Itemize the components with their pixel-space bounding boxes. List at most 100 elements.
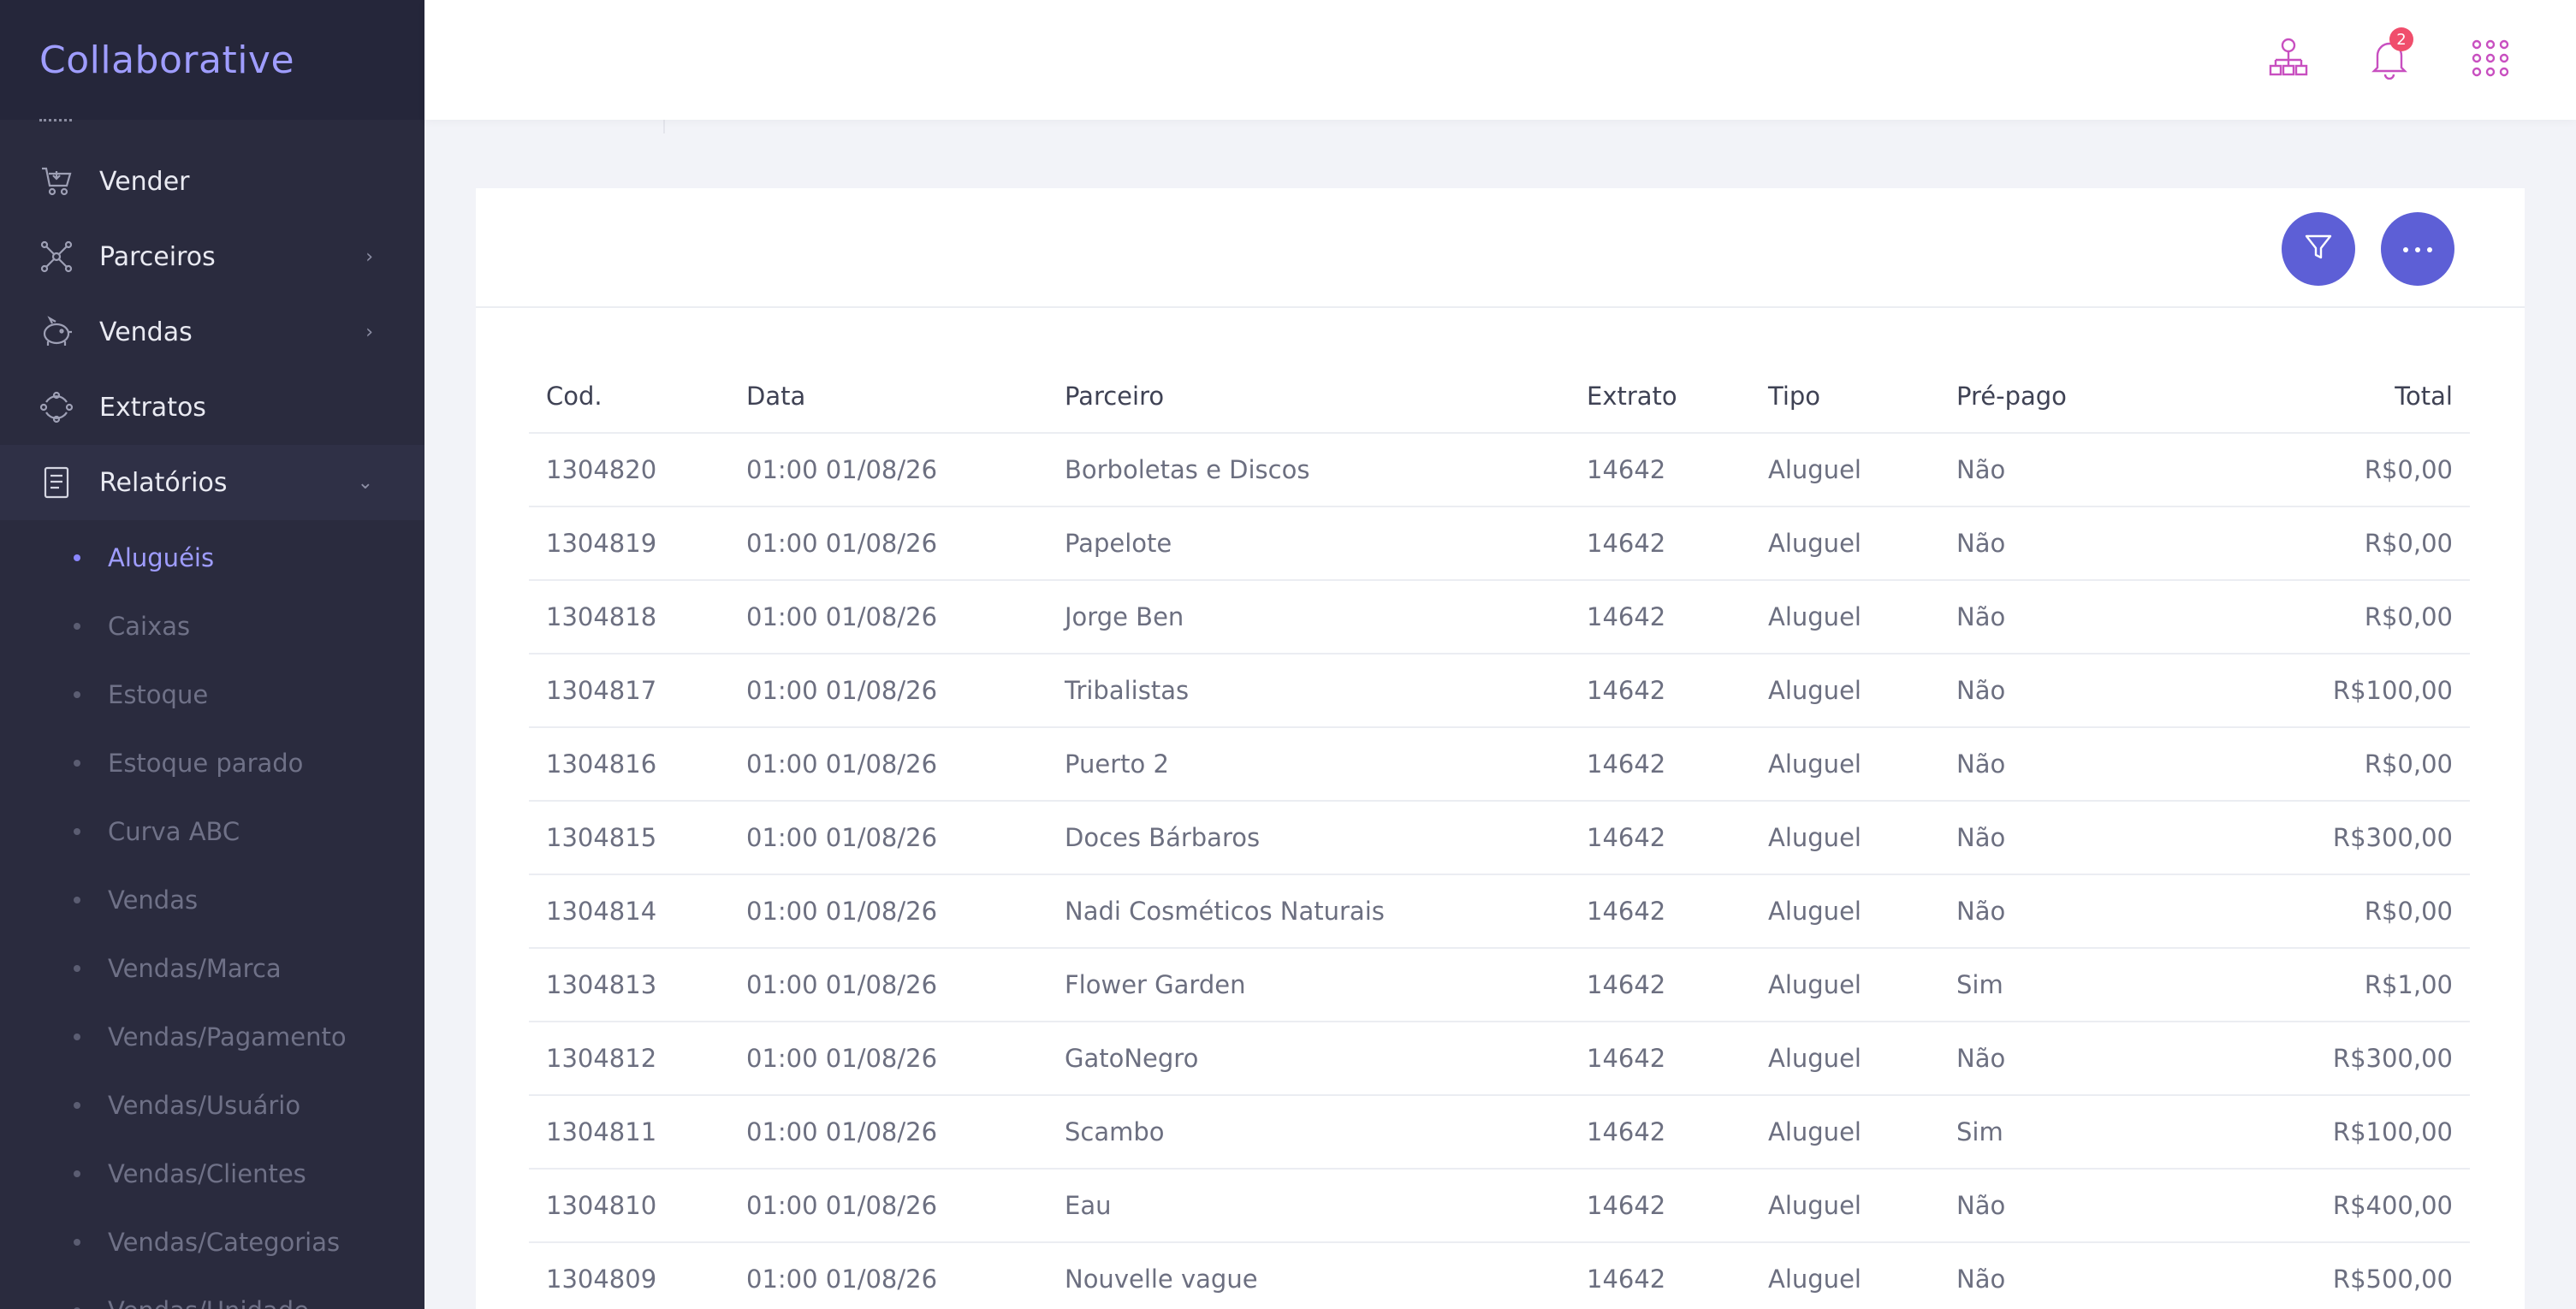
cell-cod: 1304814 xyxy=(529,874,729,949)
column-header-data[interactable]: Data xyxy=(729,359,1048,434)
cell-extrato: 14642 xyxy=(1570,727,1751,802)
cell-tipo: Aluguel xyxy=(1751,1242,1939,1309)
cell-parceiro: Puerto 2 xyxy=(1048,727,1570,802)
cell-cod: 1304820 xyxy=(529,433,729,507)
bullet-icon xyxy=(74,1239,80,1246)
column-header-pre-pago[interactable]: Pré-pago xyxy=(1939,359,2196,434)
cell-total: R$500,00 xyxy=(2196,1242,2470,1309)
brand-logo-text[interactable]: Collaborative xyxy=(39,38,294,82)
org-chart-button[interactable] xyxy=(2263,34,2314,86)
apps-menu-button[interactable] xyxy=(2465,34,2516,86)
cell-data: 01:00 01/08/26 xyxy=(729,1242,1048,1309)
submenu-item-vendas-pagamento[interactable]: Vendas/Pagamento xyxy=(0,1003,424,1071)
submenu-item-vendas-marca[interactable]: Vendas/Marca xyxy=(0,934,424,1003)
table-row[interactable]: 1304815 01:00 01/08/26 Doces Bárbaros 14642… xyxy=(529,801,2470,875)
table-row[interactable]: 1304820 01:00 01/08/26 Borboletas e Discos… xyxy=(529,433,2470,507)
sidebar-item-extratos[interactable]: Extratos xyxy=(0,370,424,445)
cell-tipo: Aluguel xyxy=(1751,801,1939,875)
cell-total: R$0,00 xyxy=(2196,727,2470,802)
cell-pre-pago: Não xyxy=(1939,1169,2196,1243)
rentals-report-card: Cod. Data Parceiro Extrato Tipo Pré-pago… xyxy=(476,188,2525,1309)
submenu-item-caixas[interactable]: Caixas xyxy=(0,592,424,660)
column-header-extrato[interactable]: Extrato xyxy=(1570,359,1751,434)
submenu-item-vendas[interactable]: Vendas xyxy=(0,866,424,934)
cell-tipo: Aluguel xyxy=(1751,948,1939,1022)
sidebar-item-label: Vendas xyxy=(99,317,193,347)
cell-parceiro: Scambo xyxy=(1048,1095,1570,1170)
cell-parceiro: Papelote xyxy=(1048,506,1570,581)
cell-cod: 1304810 xyxy=(529,1169,729,1243)
cart-icon xyxy=(38,163,75,200)
submenu-item-alugueis[interactable]: Aluguéis xyxy=(0,524,424,592)
cell-extrato: 14642 xyxy=(1570,948,1751,1022)
submenu-item-estoque[interactable]: Estoque xyxy=(0,660,424,729)
table-row[interactable]: 1304817 01:00 01/08/26 Tribalistas 14642 Alu… xyxy=(529,654,2470,728)
column-header-total[interactable]: Total xyxy=(2196,359,2470,434)
submenu-item-vendas-unidade[interactable]: Vendas/Unidade xyxy=(0,1276,424,1309)
submenu-label: Vendas/Marca xyxy=(108,954,282,983)
table-row[interactable]: 1304814 01:00 01/08/26 Nadi Cosméticos Nat… xyxy=(529,874,2470,949)
chevron-right-icon: › xyxy=(365,321,373,343)
cell-total: R$100,00 xyxy=(2196,1095,2470,1170)
table-row[interactable]: 1304809 01:00 01/08/26 Nouvelle vague 14642… xyxy=(529,1242,2470,1309)
org-chart-icon xyxy=(2267,37,2310,83)
cell-extrato: 14642 xyxy=(1570,506,1751,581)
cell-parceiro: Eau xyxy=(1048,1169,1570,1243)
cell-tipo: Aluguel xyxy=(1751,874,1939,949)
submenu-label: Caixas xyxy=(108,612,191,641)
table-row[interactable]: 1304813 01:00 01/08/26 Flower Garden 14642 A… xyxy=(529,948,2470,1022)
submenu-item-estoque-parado[interactable]: Estoque parado xyxy=(0,729,424,797)
submenu-item-vendas-categorias[interactable]: Vendas/Categorias xyxy=(0,1208,424,1276)
table-row[interactable]: 1304818 01:00 01/08/26 Jorge Ben 14642 Alugu… xyxy=(529,580,2470,654)
cell-tipo: Aluguel xyxy=(1751,1095,1939,1170)
cell-extrato: 14642 xyxy=(1570,433,1751,507)
cell-extrato: 14642 xyxy=(1570,1022,1751,1096)
cell-tipo: Aluguel xyxy=(1751,433,1939,507)
sidebar-item-vendas[interactable]: Vendas › xyxy=(0,294,424,370)
column-header-cod[interactable]: Cod. xyxy=(529,359,729,434)
submenu-item-vendas-clientes[interactable]: Vendas/Clientes xyxy=(0,1140,424,1208)
table-row[interactable]: 1304819 01:00 01/08/26 Papelote 14642 Alugue… xyxy=(529,506,2470,581)
bullet-icon xyxy=(74,554,80,561)
rentals-table: Cod. Data Parceiro Extrato Tipo Pré-pago… xyxy=(529,359,2470,1309)
table-row[interactable]: 1304810 01:00 01/08/26 Eau 14642 Aluguel Não R… xyxy=(529,1169,2470,1243)
column-header-parceiro[interactable]: Parceiro xyxy=(1048,359,1570,434)
report-icon xyxy=(38,464,75,501)
submenu-label: Vendas/Clientes xyxy=(108,1159,306,1188)
cell-total: R$1,00 xyxy=(2196,948,2470,1022)
filter-icon xyxy=(2303,232,2334,266)
cell-cod: 1304817 xyxy=(529,654,729,728)
filter-button[interactable] xyxy=(2282,212,2355,286)
table-row[interactable]: 1304812 01:00 01/08/26 GatoNegro 14642 Alugu… xyxy=(529,1022,2470,1096)
submenu-item-vendas-usuario[interactable]: Vendas/Usuário xyxy=(0,1071,424,1140)
cell-tipo: Aluguel xyxy=(1751,1022,1939,1096)
cell-extrato: 14642 xyxy=(1570,801,1751,875)
sidebar-item-vender[interactable]: Vender xyxy=(0,144,424,219)
sidebar-item-label: Vender xyxy=(99,166,190,197)
more-options-button[interactable] xyxy=(2381,212,2454,286)
cell-data: 01:00 01/08/26 xyxy=(729,801,1048,875)
cell-data: 01:00 01/08/26 xyxy=(729,948,1048,1022)
cell-tipo: Aluguel xyxy=(1751,506,1939,581)
table-row[interactable]: 1304816 01:00 01/08/26 Puerto 2 14642 Alugue… xyxy=(529,727,2470,802)
submenu-label: Aluguéis xyxy=(108,543,215,572)
cell-parceiro: Nadi Cosméticos Naturais xyxy=(1048,874,1570,949)
table-row[interactable]: 1304811 01:00 01/08/26 Scambo 14642 Aluguel S… xyxy=(529,1095,2470,1170)
cell-extrato: 14642 xyxy=(1570,874,1751,949)
table-body: 1304820 01:00 01/08/26 Borboletas e Discos… xyxy=(529,433,2470,1309)
sidebar-item-label: Extratos xyxy=(99,392,206,423)
column-header-tipo[interactable]: Tipo xyxy=(1751,359,1939,434)
sidebar-item-relatorios[interactable]: Relatórios ⌄ xyxy=(0,445,424,520)
cell-data: 01:00 01/08/26 xyxy=(729,1022,1048,1096)
submenu-item-curva-abc[interactable]: Curva ABC xyxy=(0,797,424,866)
cell-data: 01:00 01/08/26 xyxy=(729,727,1048,802)
cell-parceiro: Nouvelle vague xyxy=(1048,1242,1570,1309)
cell-total: R$300,00 xyxy=(2196,801,2470,875)
cell-cod: 1304811 xyxy=(529,1095,729,1170)
piggy-bank-icon xyxy=(38,313,75,351)
bullet-icon xyxy=(74,623,80,630)
bullet-icon xyxy=(74,965,80,972)
sidebar-item-parceiros[interactable]: Parceiros › xyxy=(0,219,424,294)
cell-pre-pago: Não xyxy=(1939,727,2196,802)
notifications-button[interactable]: 2 xyxy=(2364,27,2415,86)
